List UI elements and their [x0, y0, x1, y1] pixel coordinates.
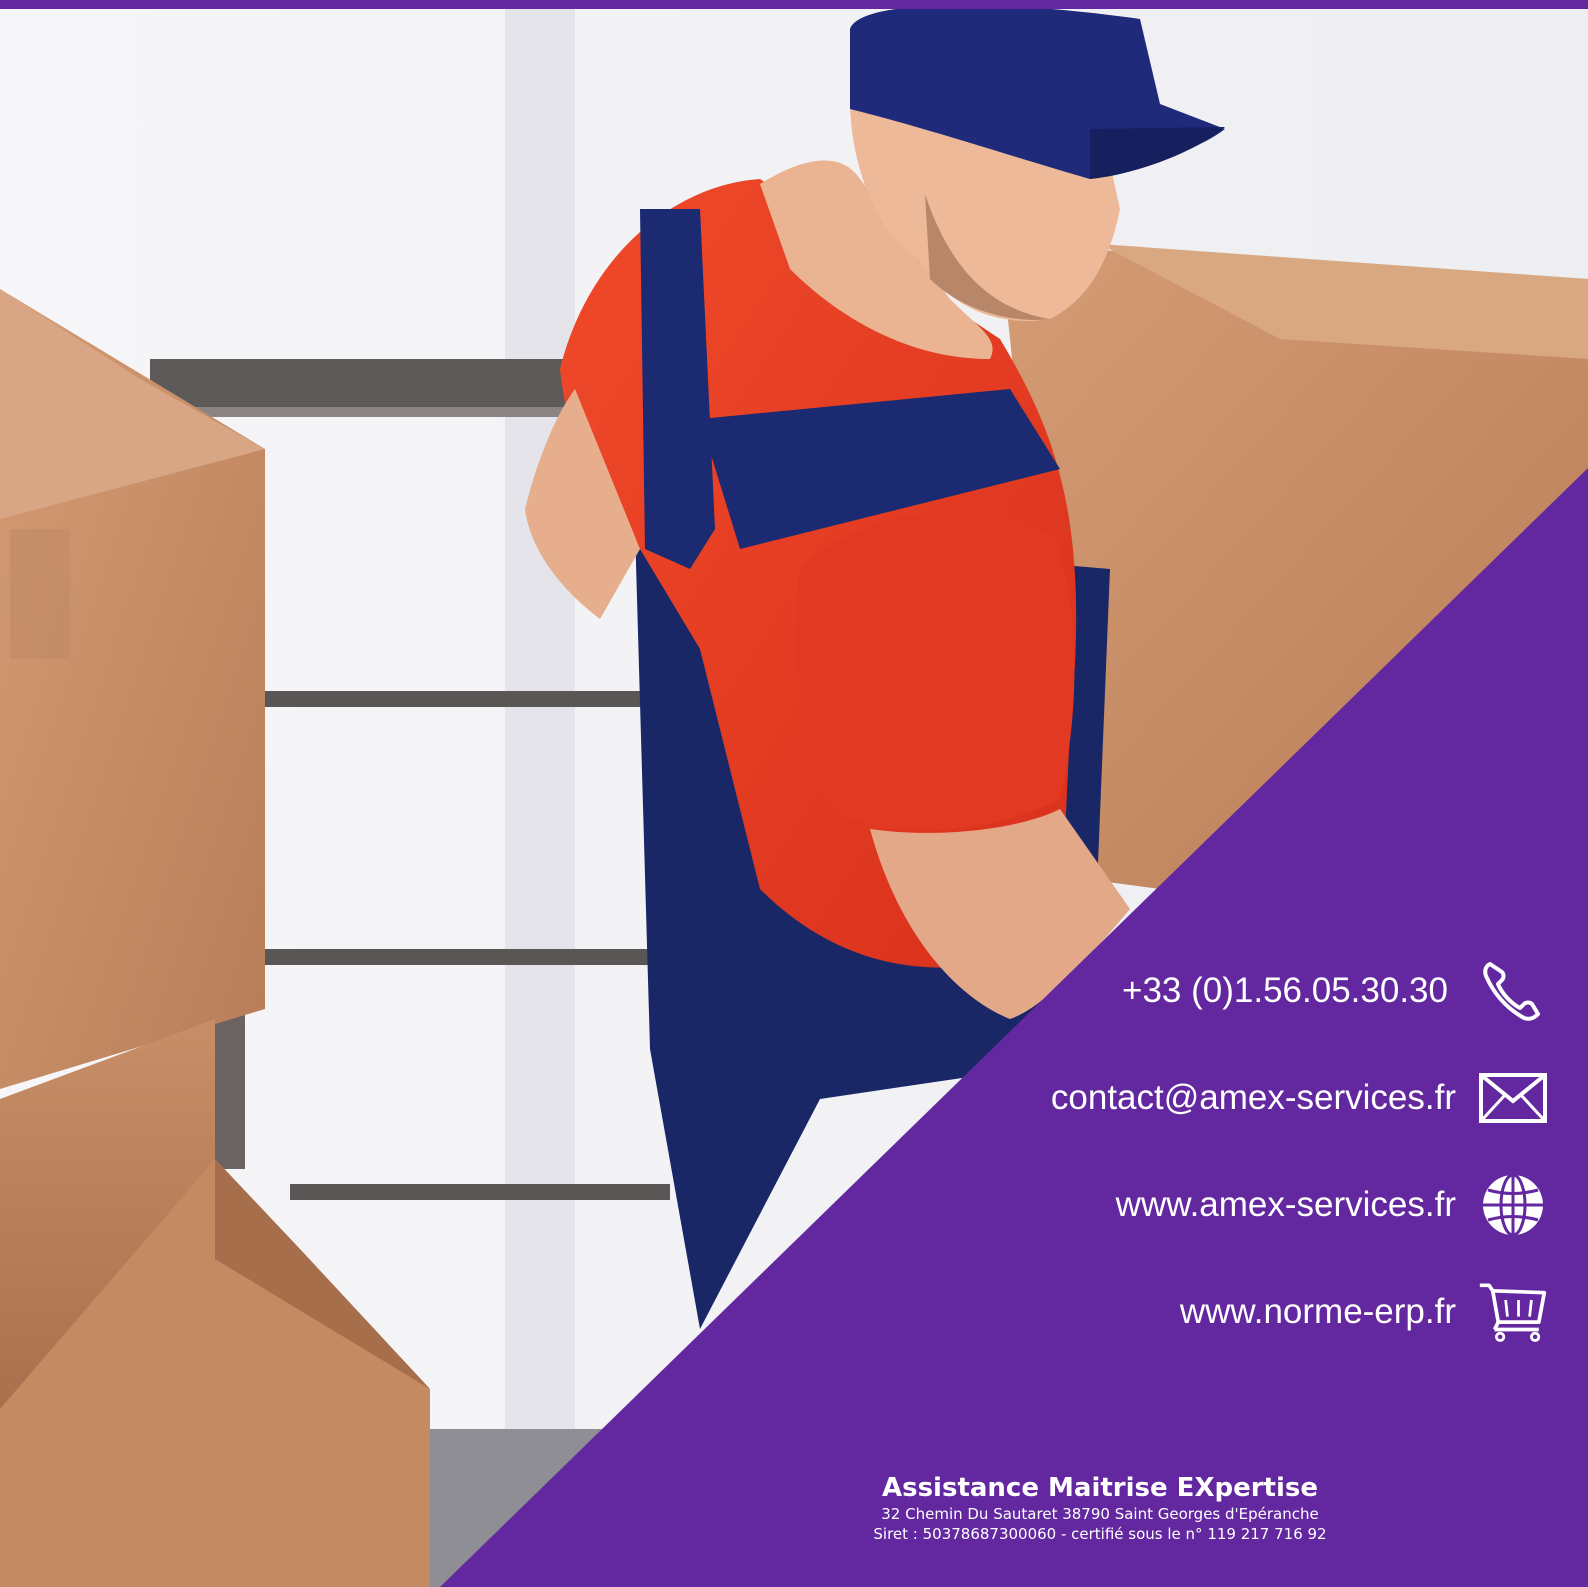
contact-email[interactable]: contact@amex-services.fr — [1051, 1063, 1548, 1133]
envelope-icon — [1478, 1063, 1548, 1133]
company-footer: Assistance Maitrise EXpertise 32 Chemin … — [840, 1472, 1360, 1544]
flyer-page: +33 (0)1.56.05.30.30 contact@amex-servic… — [0, 0, 1588, 1587]
contact-website[interactable]: www.amex-services.fr — [1116, 1170, 1548, 1240]
company-name: Assistance Maitrise EXpertise — [881, 1473, 1319, 1503]
phone-text[interactable]: +33 (0)1.56.05.30.30 — [1122, 971, 1448, 1011]
company-address: 32 Chemin Du Sautaret 38790 Saint George… — [881, 1505, 1319, 1523]
contact-shop[interactable]: www.norme-erp.fr — [1180, 1277, 1548, 1347]
globe-icon — [1478, 1170, 1548, 1240]
website-text[interactable]: www.amex-services.fr — [1116, 1185, 1456, 1225]
shop-text[interactable]: www.norme-erp.fr — [1180, 1292, 1456, 1332]
phone-icon — [1478, 956, 1548, 1026]
email-text[interactable]: contact@amex-services.fr — [1051, 1078, 1456, 1118]
shopping-cart-icon — [1478, 1277, 1548, 1347]
contact-phone[interactable]: +33 (0)1.56.05.30.30 — [1122, 956, 1548, 1026]
company-siret: Siret : 50378687300060 - certifié sous l… — [873, 1525, 1327, 1543]
purple-diagonal-panel — [440, 468, 1588, 1587]
